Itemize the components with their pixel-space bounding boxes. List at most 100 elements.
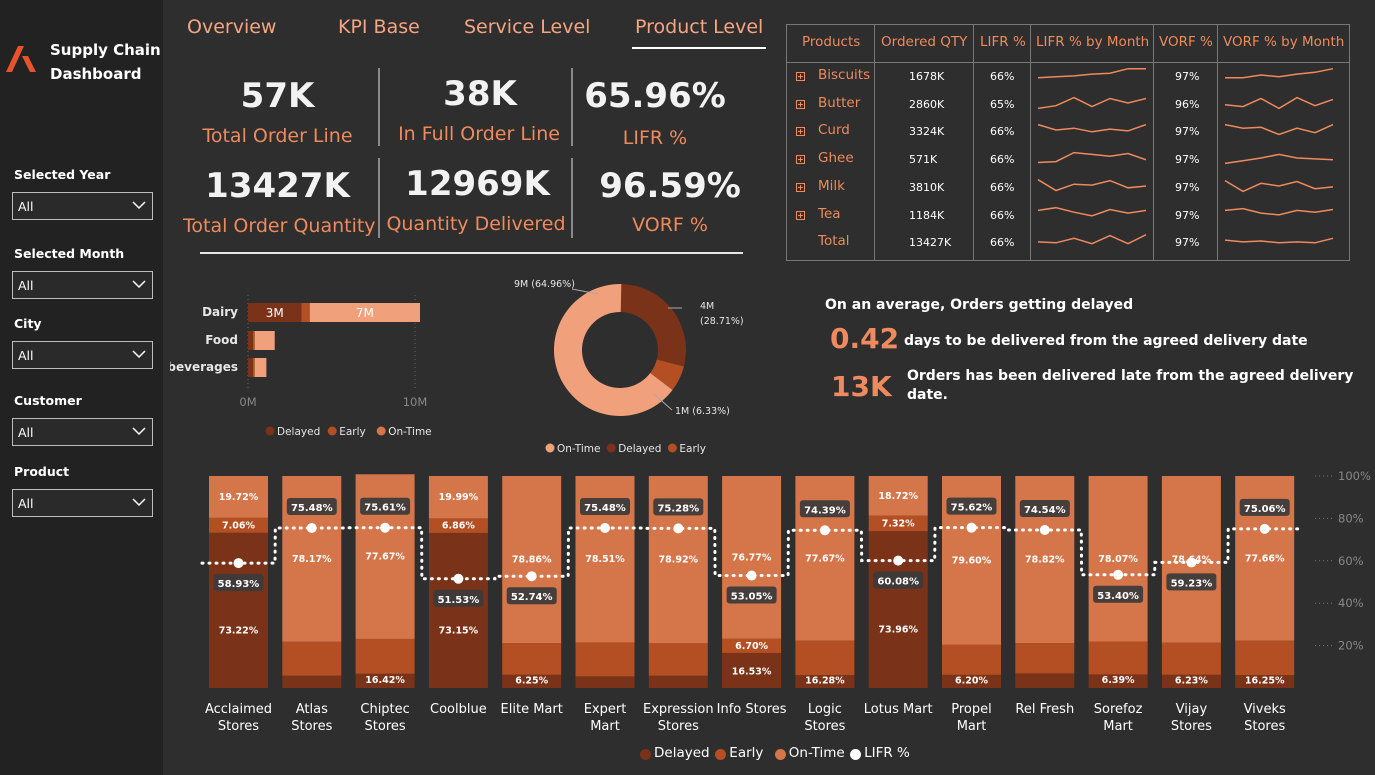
bar-data-label: 6.23% <box>1175 675 1208 686</box>
legend-marker <box>327 426 337 436</box>
kpi-total-order-line-label: Total Order Line <box>202 125 353 147</box>
bar-data-label: 78.86% <box>512 555 552 566</box>
month-dropdown[interactable]: All <box>12 271 153 299</box>
bar-segment <box>282 641 342 676</box>
late-orders-desc-line1: Orders has been delivered late from the … <box>907 368 1354 384</box>
product-name[interactable]: Total <box>818 233 850 249</box>
expand-row-icon[interactable] <box>796 72 805 81</box>
bar-segment <box>1015 643 1075 674</box>
col-header-vorf[interactable]: VORF % <box>1159 34 1213 50</box>
col-header-ordered-qty[interactable]: Ordered QTY <box>881 34 967 50</box>
vorf-sparkline <box>1224 153 1334 165</box>
donut-label: (28.71%) <box>700 316 744 327</box>
legend-label: Delayed <box>277 426 320 438</box>
col-header-lifr[interactable]: LIFR % <box>980 34 1026 50</box>
donut-label: 9M (64.96%) <box>514 279 575 290</box>
kpi-total-order-quantity-label: Total Order Quantity <box>183 215 376 237</box>
table-divider <box>1217 25 1218 260</box>
lifr-data-label: 75.61% <box>364 503 406 514</box>
lifr-sparkline <box>1037 234 1147 245</box>
vorf-sparkline <box>1224 124 1334 136</box>
ordered-qty-cell: 571K <box>909 153 938 167</box>
col-header-lifr-by-month[interactable]: LIFR % by Month <box>1036 34 1149 50</box>
city-dropdown[interactable]: All <box>12 341 153 369</box>
avg-delay-days-desc: days to be delivered from the agreed del… <box>904 333 1308 349</box>
lifr-data-label: 53.40% <box>1097 591 1139 602</box>
tab-service-level[interactable]: Service Level <box>464 16 590 38</box>
product-name[interactable]: Butter <box>818 95 860 111</box>
vorf-cell: 97% <box>1175 236 1200 250</box>
chevron-down-icon <box>132 498 146 507</box>
product-dropdown[interactable]: All <box>12 489 153 517</box>
year-dropdown[interactable]: All <box>12 192 153 220</box>
tab-product-level[interactable]: Product Level <box>635 16 763 38</box>
logo-icon <box>6 46 36 72</box>
bar-segment <box>254 358 267 377</box>
kpi-total-order-line-value: 57K <box>240 76 315 116</box>
product-name[interactable]: Curd <box>818 122 850 138</box>
legend-label: Early <box>339 426 366 438</box>
vorf-cell: 97% <box>1175 208 1200 222</box>
lifr-cell: 66% <box>990 70 1015 83</box>
sparkline-line <box>1037 206 1147 217</box>
product-name[interactable]: Tea <box>818 206 841 222</box>
bar-segment <box>1235 640 1295 676</box>
product-name[interactable]: Ghee <box>818 150 854 166</box>
kpi-lifr-label: LIFR % <box>622 127 688 149</box>
bar-data-label: 16.53% <box>732 666 772 677</box>
y-tick-label: 20% <box>1338 639 1364 653</box>
bar-segment <box>575 642 635 677</box>
store-category-label: Elite Mart <box>500 702 563 717</box>
expand-row-icon[interactable] <box>796 155 805 165</box>
vorf-sparkline <box>1225 67 1334 79</box>
col-header-products[interactable]: Products <box>802 34 860 50</box>
sparkline-line <box>1224 96 1334 109</box>
product-name[interactable]: Biscuits <box>818 67 870 83</box>
lifr-point <box>673 523 684 534</box>
legend-label: On-Time <box>388 426 431 438</box>
kpi-divider <box>378 68 380 146</box>
bar-data-label: 16.42% <box>365 675 405 686</box>
donut-label: 1M (6.33%) <box>675 406 730 417</box>
lifr-data-label: 59.23% <box>1171 578 1213 589</box>
sparkline-line <box>1224 207 1334 216</box>
bar-data-label: 77.66% <box>1245 553 1285 564</box>
lifr-data-label: 75.06% <box>1244 504 1286 515</box>
lifr-data-label: 75.48% <box>584 503 626 514</box>
lifr-data-label: 51.53% <box>438 595 480 606</box>
vorf-sparkline <box>1224 207 1334 216</box>
product-name[interactable]: Milk <box>818 178 845 194</box>
donut-label: 4M <box>700 301 714 312</box>
lifr-sparkline <box>1037 96 1147 109</box>
lifr-data-label: 75.28% <box>657 503 699 514</box>
legend-label: Early <box>729 745 764 761</box>
lifr-cell: 66% <box>990 208 1015 222</box>
kpi-divider <box>571 158 573 238</box>
bar-data-label: 6.25% <box>515 675 548 686</box>
expand-row-icon[interactable] <box>796 127 805 137</box>
bar-segment <box>502 643 562 675</box>
bar-segment <box>253 331 255 350</box>
lifr-data-label: 74.54% <box>1024 505 1066 516</box>
lifr-data-label: 58.93% <box>218 579 260 590</box>
expand-row-icon[interactable] <box>796 182 805 192</box>
donut-slice <box>620 284 686 367</box>
lifr-point <box>600 522 610 533</box>
bar-data-label: 78.51% <box>585 554 625 565</box>
table-divider <box>874 25 875 260</box>
expand-row-icon[interactable] <box>796 210 805 220</box>
lifr-cell: 66% <box>990 125 1015 139</box>
col-header-vorf-by-month[interactable]: VORF % by Month <box>1223 34 1344 50</box>
lifr-point <box>819 525 830 536</box>
vorf-cell: 97% <box>1175 70 1200 83</box>
bar-segment <box>942 644 1001 675</box>
tab-kpi-base[interactable]: KPI Base <box>338 16 420 38</box>
chevron-down-icon <box>132 427 146 436</box>
ordered-qty-cell: 3810K <box>909 180 945 194</box>
expand-row-icon[interactable] <box>796 99 805 109</box>
city-dropdown-value: All <box>18 348 34 363</box>
customer-dropdown[interactable]: All <box>12 418 153 446</box>
lifr-cell: 66% <box>990 236 1015 250</box>
lifr-cell: 66% <box>990 180 1015 194</box>
tab-overview[interactable]: Overview <box>187 16 276 38</box>
